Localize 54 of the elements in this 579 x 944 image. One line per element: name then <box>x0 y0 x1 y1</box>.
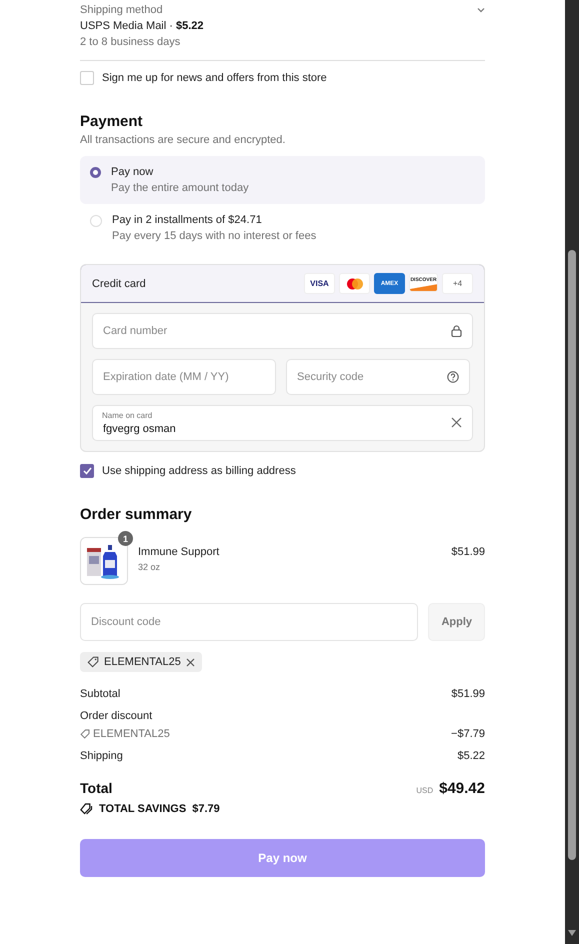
more-brands-badge: +4 <box>442 273 473 294</box>
currency-code: USD <box>416 786 434 795</box>
summary-value: $5.22 <box>457 750 485 762</box>
product-price: $51.99 <box>451 545 485 558</box>
option-label: Pay in 2 installments of $24.71 <box>112 214 263 226</box>
checkbox[interactable] <box>80 464 94 478</box>
tag-icon <box>87 656 99 668</box>
card-number-field[interactable]: Card number <box>92 313 473 349</box>
summary-label: Subtotal <box>80 688 120 700</box>
lock-icon <box>451 325 462 337</box>
option-detail: Pay the entire amount today <box>111 182 249 194</box>
product-name: Immune Support <box>138 546 220 558</box>
section-title: Order summary <box>80 506 193 523</box>
help-icon[interactable] <box>447 371 459 383</box>
payment-method-label: Credit card <box>92 278 146 290</box>
section-subtitle: All transactions are secure and encrypted. <box>80 134 286 146</box>
total-label: Total <box>80 780 112 796</box>
card-brand-logo <box>339 273 370 294</box>
savings-label: TOTAL SAVINGS <box>99 803 186 815</box>
summary-label: Order discount <box>80 710 154 722</box>
discount-code: ELEMENTAL25 <box>93 728 170 740</box>
check-icon <box>82 467 92 475</box>
scrollbar[interactable] <box>565 0 579 944</box>
discount-code: ELEMENTAL25 <box>104 656 181 668</box>
checkbox-label: Use shipping address as billing address <box>102 465 296 477</box>
section-title: Payment <box>80 113 144 130</box>
product-variant: 32 oz <box>138 562 162 572</box>
summary-label: Shipping <box>80 750 123 762</box>
payment-option[interactable]: Pay now Pay the entire amount today <box>80 156 485 204</box>
savings-value: $7.79 <box>192 803 220 815</box>
discount-code-field[interactable]: Discount code <box>80 603 418 641</box>
security-code-field[interactable]: Security code <box>286 359 470 395</box>
quantity-badge: 1 <box>118 531 133 546</box>
field-label: Shipping method <box>80 4 163 16</box>
clear-icon[interactable] <box>451 417 462 428</box>
apply-button[interactable]: Apply <box>428 603 485 641</box>
radio-button[interactable] <box>90 167 101 178</box>
tags-icon <box>80 803 93 815</box>
chevron-icon[interactable] <box>477 7 485 13</box>
summary-value: $51.99 <box>451 688 485 700</box>
scroll-down-icon[interactable] <box>568 930 576 936</box>
summary-value: −$7.79 <box>451 728 485 740</box>
option-detail: Pay every 15 days with no interest or fees <box>112 230 316 242</box>
payment-option[interactable]: Pay in 2 installments of $24.71 Pay every 15 days with no interest or fees <box>80 204 485 252</box>
option-label: Pay now <box>111 166 154 178</box>
floating-label: Name on card <box>102 411 152 420</box>
tag-icon <box>80 729 90 739</box>
checkbox-label: Sign me up for news and offers from this store <box>102 72 327 84</box>
shipping-method: USPS Media Mail · $5.22 <box>80 20 205 32</box>
remove-icon[interactable] <box>186 658 195 666</box>
total-value: $49.42 <box>439 780 485 797</box>
delivery-time: 2 to 8 business days <box>80 36 182 48</box>
card-brand-logo: VISA <box>304 273 335 294</box>
expiration-field[interactable]: Expiration date (MM / YY) <box>92 359 276 395</box>
